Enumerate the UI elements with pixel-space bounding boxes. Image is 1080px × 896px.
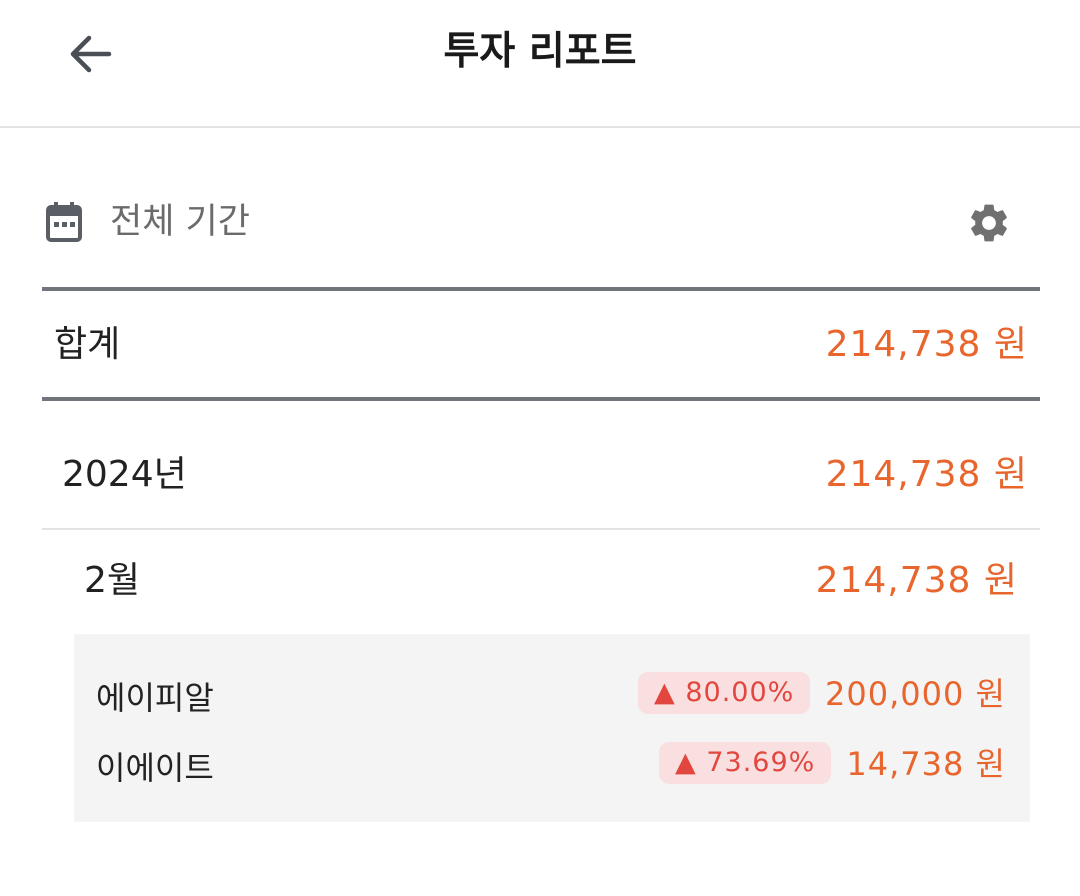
header: 투자 리포트: [0, 0, 1080, 128]
total-label: 합계: [54, 324, 121, 365]
month-amount: 214,738 원: [815, 560, 1018, 601]
period-filter[interactable]: 전체 기간: [42, 184, 1040, 264]
app: 투자 리포트 전체 기간 합계 214,738 원 2024년 214,738 …: [0, 0, 1080, 896]
calendar-icon: [46, 202, 82, 242]
year-label: 2024년: [62, 454, 187, 495]
divider: [42, 528, 1040, 530]
year-amount: 214,738 원: [825, 454, 1028, 495]
stock-amount: 14,738 원: [846, 745, 1006, 783]
period-label[interactable]: 전체 기간: [110, 198, 250, 246]
stock-name: 에이피알: [96, 679, 214, 717]
total-amount: 214,738 원: [825, 324, 1028, 365]
page-title: 투자 리포트: [443, 29, 637, 74]
stock-name: 이에이트: [96, 749, 214, 787]
stock-list: 에이피알 ▲ 80.00% 200,000 원 이에이트 ▲ 73.69% 14…: [74, 634, 1030, 822]
list-item[interactable]: 에이피알 ▲ 80.00% 200,000 원: [74, 672, 1030, 724]
change-badge: ▲ 80.00%: [638, 672, 811, 714]
change-badge: ▲ 73.69%: [659, 742, 832, 784]
divider: [42, 287, 1040, 291]
divider: [42, 397, 1040, 401]
list-item[interactable]: 이에이트 ▲ 73.69% 14,738 원: [74, 742, 1030, 794]
gear-icon[interactable]: [966, 200, 1012, 246]
month-label: 2월: [84, 560, 141, 601]
stock-amount: 200,000 원: [825, 675, 1006, 713]
